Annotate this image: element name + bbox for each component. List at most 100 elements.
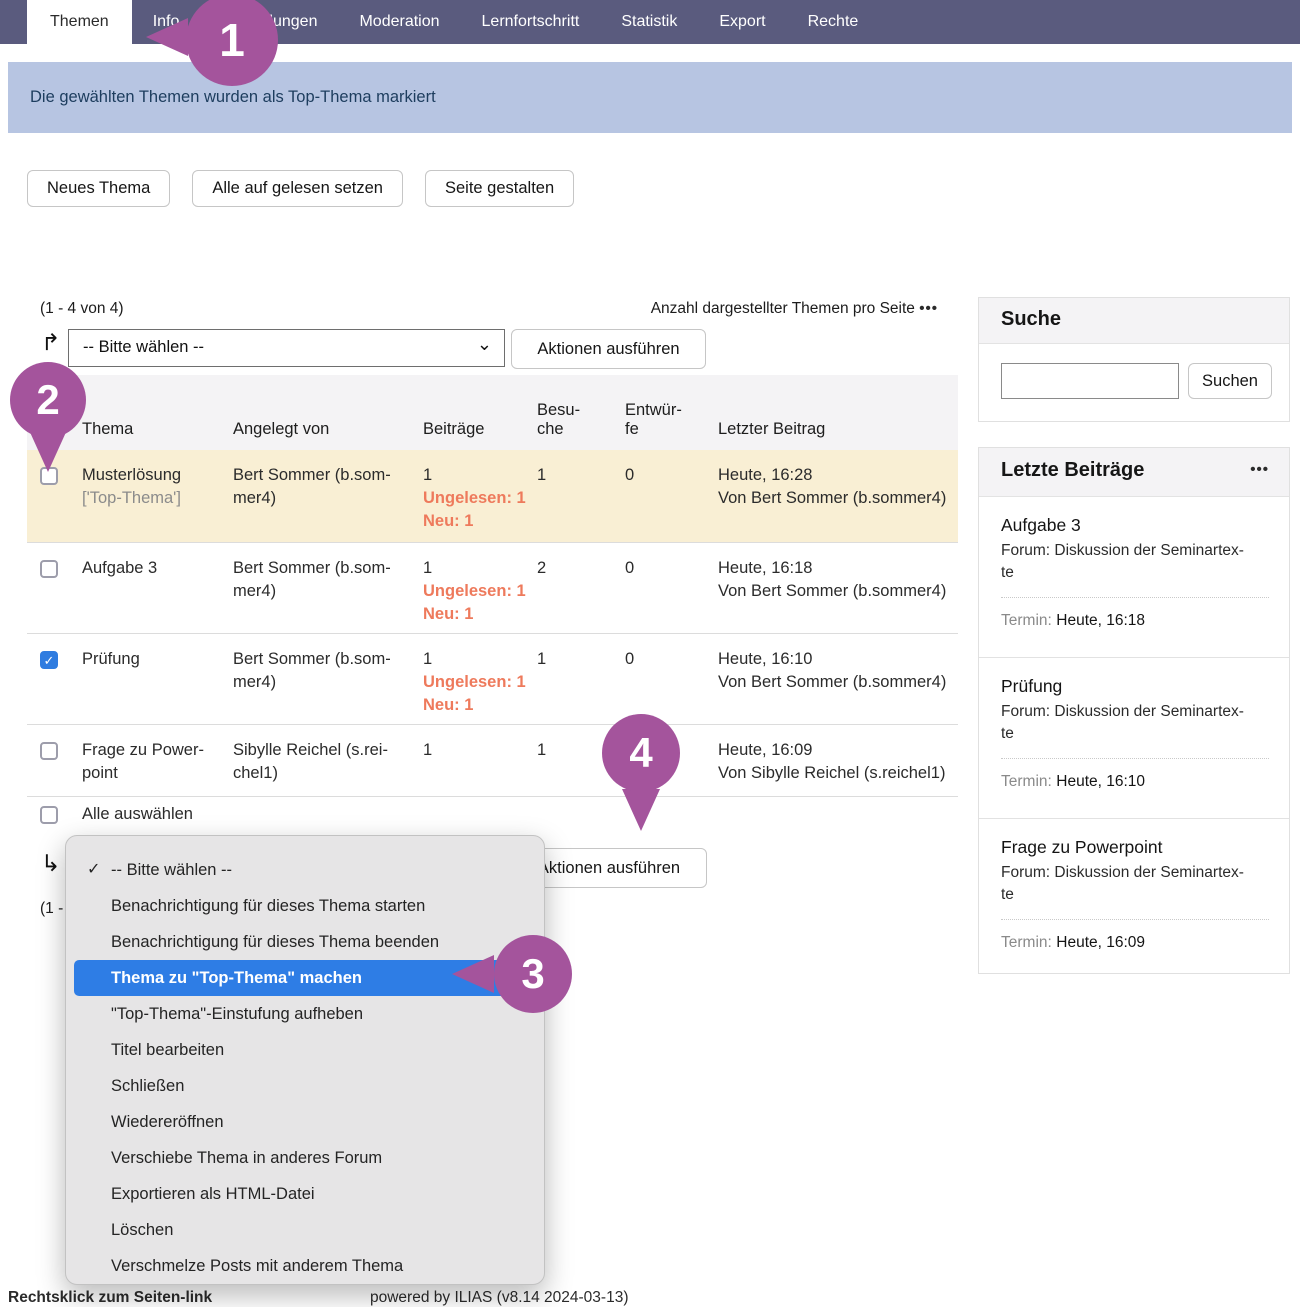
- menu-item-verschmelzen[interactable]: Verschmelze Posts mit anderem Thema: [66, 1248, 544, 1284]
- latest-post-title[interactable]: Prüfung: [1001, 676, 1269, 697]
- last-post-author[interactable]: Von Bert Sommer (b.sommer4): [718, 489, 946, 507]
- topic-author-cell: Bert Sommer (b.som- mer4): [233, 648, 413, 694]
- menu-item-wiedereroeffnen[interactable]: Wiedereröffnen: [66, 1104, 544, 1140]
- posts-count: 1: [423, 650, 432, 668]
- last-post-time: Heute, 16:10: [718, 650, 813, 668]
- posts-count: 1: [423, 559, 432, 577]
- row-checkbox[interactable]: [40, 742, 58, 760]
- annotation-marker-2: 2: [10, 362, 86, 438]
- marker-4-tail: [622, 789, 660, 831]
- menu-item-verschieben[interactable]: Verschiebe Thema in anderes Forum: [66, 1140, 544, 1176]
- select-all-label: Alle auswählen: [82, 805, 193, 824]
- termin-label: Termin:: [1001, 612, 1052, 629]
- tab-rechte[interactable]: Rechte: [787, 0, 880, 44]
- table-row: Aufgabe 3 Bert Sommer (b.som- mer4) 1 Un…: [27, 542, 958, 633]
- topic-last-post-cell: Heute, 16:18 Von Bert Sommer (b.sommer4): [718, 557, 956, 603]
- topic-tag: ['Top-Thema']: [82, 489, 181, 507]
- latest-post-forum: Forum: Diskussion der Seminartex- te: [1001, 862, 1269, 906]
- topic-visits-cell: 1: [537, 648, 607, 671]
- search-input[interactable]: [1001, 363, 1179, 399]
- per-page-menu-icon[interactable]: •••: [919, 300, 938, 317]
- latest-post-forum: Forum: Diskussion der Seminartex- te: [1001, 540, 1269, 584]
- termin-value: Heute, 16:09: [1056, 934, 1145, 951]
- latest-post-forum: Forum: Diskussion der Seminartex- te: [1001, 701, 1269, 745]
- latest-posts-menu-icon[interactable]: •••: [1250, 461, 1269, 478]
- topic-author-cell: Sibylle Reichel (s.rei- chel1): [233, 739, 413, 785]
- row-checkbox[interactable]: [40, 560, 58, 578]
- topic-last-post-cell: Heute, 16:09 Von Sibylle Reichel (s.reic…: [718, 739, 956, 785]
- topic-posts-cell: 1 Ungelesen: 1 Neu: 1: [423, 464, 535, 533]
- dotted-divider: [1001, 597, 1269, 598]
- dotted-divider: [1001, 919, 1269, 920]
- unread-count: Ungelesen: 1: [423, 673, 526, 691]
- topic-title-link[interactable]: Prüfung: [82, 650, 140, 668]
- mark-all-read-button[interactable]: Alle auf gelesen setzen: [192, 170, 403, 207]
- termin-value: Heute, 16:18: [1056, 612, 1145, 629]
- last-post-author[interactable]: Von Bert Sommer (b.sommer4): [718, 582, 946, 600]
- menu-item-bitte-waehlen[interactable]: ✓ -- Bitte wählen --: [66, 852, 544, 888]
- new-count: Neu: 1: [423, 605, 473, 623]
- menu-item-schliessen[interactable]: Schließen: [66, 1068, 544, 1104]
- termin-label: Termin:: [1001, 934, 1052, 951]
- search-button[interactable]: Suchen: [1188, 363, 1272, 399]
- topic-title-link[interactable]: Musterlösung: [82, 466, 181, 484]
- latest-posts-panel: Letzte Beiträge ••• Aufgabe 3 Forum: Dis…: [978, 447, 1290, 974]
- menu-item-benachrichtigung-starten[interactable]: Benachrichtigung für dieses Thema starte…: [66, 888, 544, 924]
- table-row: Musterlösung ['Top-Thema'] Bert Sommer (…: [27, 450, 958, 542]
- action-select-top[interactable]: -- Bitte wählen -- ⌄: [68, 329, 505, 367]
- apply-actions-button-top[interactable]: Aktionen ausführen: [511, 329, 706, 369]
- marker-3-tail: [452, 955, 494, 993]
- latest-posts-title: Letzte Beiträge: [1001, 459, 1144, 482]
- footer-permalink-text: Rechtsklick zum Seiten-link: [8, 1289, 212, 1307]
- table-row: ✓ Prüfung Bert Sommer (b.som- mer4) 1 Un…: [27, 633, 958, 724]
- topic-title-link[interactable]: Frage zu Power- point: [82, 741, 204, 782]
- topic-title-link[interactable]: Aufgabe 3: [82, 559, 157, 577]
- latest-post-title[interactable]: Frage zu Powerpoint: [1001, 837, 1269, 858]
- menu-item-exportieren[interactable]: Exportieren als HTML-Datei: [66, 1176, 544, 1212]
- row-checkbox[interactable]: ✓: [40, 651, 58, 669]
- unread-count: Ungelesen: 1: [423, 489, 526, 507]
- termin-value: Heute, 16:10: [1056, 773, 1145, 790]
- col-header-beitraege: Beiträge: [423, 420, 484, 439]
- menu-item-loeschen[interactable]: Löschen: [66, 1212, 544, 1248]
- col-header-angelegt-von: Angelegt von: [233, 420, 329, 439]
- apply-to-selected-top-icon: ↱: [41, 331, 60, 354]
- tab-themen[interactable]: Themen: [27, 0, 132, 44]
- menu-item-label: -- Bitte wählen --: [111, 861, 232, 879]
- per-page-text: Anzahl dargestellter Themen pro Seite: [651, 300, 915, 317]
- topic-last-post-cell: Heute, 16:28 Von Bert Sommer (b.sommer4): [718, 464, 956, 510]
- select-all-checkbox[interactable]: [40, 806, 58, 824]
- posts-count: 1: [423, 466, 432, 484]
- col-header-besuche: Besu- che: [537, 401, 580, 439]
- edit-page-button[interactable]: Seite gestalten: [425, 170, 574, 207]
- last-post-author[interactable]: Von Bert Sommer (b.sommer4): [718, 673, 946, 691]
- topic-drafts-cell: 0: [625, 557, 705, 580]
- latest-post-title[interactable]: Aufgabe 3: [1001, 515, 1269, 536]
- tab-statistik[interactable]: Statistik: [600, 0, 698, 44]
- checkmark-icon: ✓: [87, 852, 100, 888]
- tab-lernfortschritt[interactable]: Lernfortschritt: [461, 0, 601, 44]
- table-row: Frage zu Power- point Sibylle Reichel (s…: [27, 724, 958, 796]
- action-select-top-value: -- Bitte wählen --: [83, 338, 204, 357]
- topic-visits-cell: 2: [537, 557, 607, 580]
- topics-table: Thema Angelegt von Beiträge Besu- che En…: [27, 375, 958, 796]
- topic-author-cell: Bert Sommer (b.som- mer4): [233, 464, 413, 510]
- last-post-author[interactable]: Von Sibylle Reichel (s.reichel1): [718, 764, 945, 782]
- latest-post-entry: Frage zu Powerpoint Forum: Diskussion de…: [979, 819, 1289, 979]
- search-panel: Suche Suchen: [978, 297, 1290, 422]
- new-topic-button[interactable]: Neues Thema: [27, 170, 170, 207]
- menu-item-top-thema-aufheben[interactable]: "Top-Thema"-Einstufung aufheben: [66, 996, 544, 1032]
- new-count: Neu: 1: [423, 512, 473, 530]
- tab-export[interactable]: Export: [698, 0, 786, 44]
- notification-text: Die gewählten Themen wurden als Top-Them…: [30, 88, 436, 107]
- menu-item-titel-bearbeiten[interactable]: Titel bearbeiten: [66, 1032, 544, 1068]
- annotation-marker-3: 3: [494, 935, 572, 1013]
- topic-visits-cell: 1: [537, 464, 607, 487]
- last-post-time: Heute, 16:18: [718, 559, 813, 577]
- tab-moderation[interactable]: Moderation: [338, 0, 460, 44]
- topic-title-cell: Musterlösung ['Top-Thema']: [82, 464, 222, 510]
- topic-posts-cell: 1 Ungelesen: 1 Neu: 1: [423, 557, 535, 626]
- latest-posts-header: Letzte Beiträge •••: [979, 448, 1289, 497]
- new-count: Neu: 1: [423, 696, 473, 714]
- col-header-thema: Thema: [82, 420, 133, 439]
